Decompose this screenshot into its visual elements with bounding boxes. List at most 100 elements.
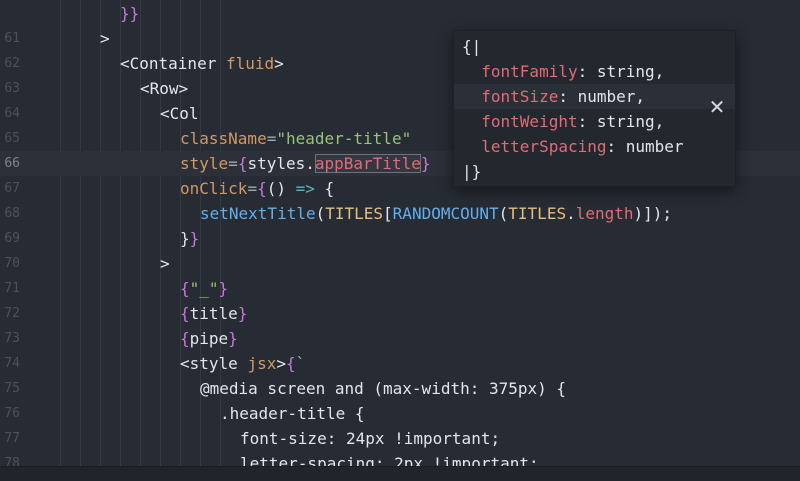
code-token: ` bbox=[295, 354, 306, 373]
code-text: > bbox=[160, 251, 170, 276]
tooltip-line: fontSize: number, bbox=[454, 84, 735, 109]
tooltip-line: letterSpacing: number bbox=[454, 134, 735, 159]
code-token: <Container bbox=[120, 54, 226, 73]
code-token: <Col bbox=[160, 104, 199, 123]
type-property: fontSize bbox=[462, 87, 559, 106]
code-line[interactable]: 68 setNextTitle(TITLES[RANDOMCOUNT(TITLES… bbox=[0, 201, 800, 226]
line-number: 69 bbox=[4, 231, 20, 246]
code-line[interactable]: }} bbox=[0, 1, 800, 26]
tooltip-text: {| bbox=[462, 34, 481, 59]
type-property: fontWeight bbox=[462, 112, 578, 131]
code-token: .header-title { bbox=[220, 404, 365, 423]
line-number: 75 bbox=[4, 381, 20, 396]
tooltip-line: fontFamily: string, bbox=[454, 59, 735, 84]
close-icon[interactable]: ✕ bbox=[707, 95, 727, 119]
code-token: styles. bbox=[247, 154, 315, 173]
code-token: onClick bbox=[180, 179, 248, 198]
code-token: "header-title" bbox=[276, 129, 412, 148]
type-annotation: |} bbox=[462, 162, 482, 181]
code-text: font-size: 24px !important; bbox=[240, 426, 500, 451]
code-text: > bbox=[100, 26, 110, 51]
code-text: @media screen and (max-width: 375px) { bbox=[200, 376, 566, 401]
code-token: letter-spacing: 2px !important; bbox=[240, 454, 539, 466]
code-token: = bbox=[266, 129, 277, 148]
code-line[interactable]: 71 {"_"} bbox=[0, 276, 800, 301]
line-number: 66 bbox=[4, 156, 20, 171]
line-number: 72 bbox=[4, 306, 20, 321]
code-token: . bbox=[566, 204, 576, 223]
code-text: {pipe} bbox=[180, 326, 238, 351]
type-annotation: : number, bbox=[558, 87, 646, 106]
code-token: ( bbox=[315, 204, 326, 223]
code-token: jsx bbox=[247, 354, 277, 373]
status-bar bbox=[0, 466, 800, 481]
code-token: TITLES bbox=[508, 204, 567, 223]
code-token: { bbox=[180, 279, 190, 298]
code-token: => bbox=[295, 179, 315, 198]
code-token: TITLES bbox=[325, 204, 384, 223]
code-line[interactable]: 74 <style jsx>{` bbox=[0, 351, 800, 376]
code-token: } bbox=[180, 229, 190, 248]
tooltip-text: letterSpacing: number bbox=[462, 134, 684, 159]
code-text: style={styles.appBarTitle} bbox=[180, 151, 431, 176]
tooltip-text: fontWeight: string, bbox=[462, 109, 664, 134]
code-token: } bbox=[129, 4, 140, 23]
code-token: { bbox=[285, 354, 296, 373]
code-token: style bbox=[180, 154, 229, 173]
code-token: )]); bbox=[633, 204, 673, 223]
code-token: > bbox=[160, 254, 170, 273]
selected-identifier: appBarTitle bbox=[314, 154, 421, 173]
code-line[interactable]: 76 .header-title { bbox=[0, 401, 800, 426]
code-token: { bbox=[257, 179, 267, 198]
code-token: <Row> bbox=[140, 79, 189, 98]
code-line[interactable]: 78 letter-spacing: 2px !important; bbox=[0, 451, 800, 466]
code-text: }} bbox=[120, 1, 139, 26]
code-token: = bbox=[228, 154, 238, 173]
code-line[interactable]: 77 font-size: 24px !important; bbox=[0, 426, 800, 451]
code-token: [ bbox=[383, 204, 393, 223]
code-text: <style jsx>{` bbox=[180, 351, 305, 376]
code-token: } bbox=[189, 229, 200, 248]
tooltip-text: |} bbox=[462, 159, 481, 184]
code-token: length bbox=[575, 204, 634, 223]
line-number: 67 bbox=[4, 181, 20, 196]
code-text: <Row> bbox=[140, 76, 188, 101]
code-text: {"_"} bbox=[180, 276, 228, 301]
code-token: } bbox=[218, 279, 229, 298]
code-token: { bbox=[180, 304, 190, 323]
code-text: }} bbox=[180, 226, 199, 251]
code-token: } bbox=[237, 304, 248, 323]
code-text: <Container fluid> bbox=[120, 51, 284, 76]
tooltip-text: fontSize: number, bbox=[462, 84, 645, 109]
code-token: fluid bbox=[225, 54, 275, 73]
code-token: } bbox=[228, 329, 238, 348]
code-token: } bbox=[420, 154, 431, 173]
tooltip-line: {| bbox=[454, 34, 735, 59]
code-token: <style bbox=[180, 354, 248, 373]
type-annotation: : number bbox=[606, 137, 684, 156]
code-token: "_" bbox=[189, 279, 219, 298]
code-line[interactable]: 69}} bbox=[0, 226, 800, 251]
line-number: 73 bbox=[4, 331, 20, 346]
type-hint-tooltip: {| fontFamily: string, fontSize: number,… bbox=[453, 30, 736, 187]
code-token: { bbox=[314, 179, 335, 198]
code-token: @media screen and (max-width: 375px) { bbox=[200, 379, 567, 398]
code-token: { bbox=[180, 329, 190, 348]
code-text: letter-spacing: 2px !important; bbox=[240, 451, 539, 466]
code-token: setNextTitle bbox=[200, 204, 316, 223]
type-annotation: : string, bbox=[577, 62, 665, 81]
code-token: = bbox=[247, 179, 258, 198]
tooltip-text: fontFamily: string, bbox=[462, 59, 664, 84]
code-token: title bbox=[189, 304, 238, 323]
code-line[interactable]: 70 > bbox=[0, 251, 800, 276]
line-number: 62 bbox=[4, 56, 20, 71]
code-line[interactable]: 72 {title} bbox=[0, 301, 800, 326]
line-number: 74 bbox=[4, 356, 20, 371]
line-number: 71 bbox=[4, 281, 20, 296]
code-token: RANDOMCOUNT bbox=[392, 204, 499, 223]
code-line[interactable]: 73 {pipe} bbox=[0, 326, 800, 351]
line-number: 63 bbox=[4, 81, 20, 96]
code-line[interactable]: 75 @media screen and (max-width: 375px) { bbox=[0, 376, 800, 401]
tooltip-line: fontWeight: string, bbox=[454, 109, 735, 134]
code-token: () bbox=[266, 179, 296, 198]
